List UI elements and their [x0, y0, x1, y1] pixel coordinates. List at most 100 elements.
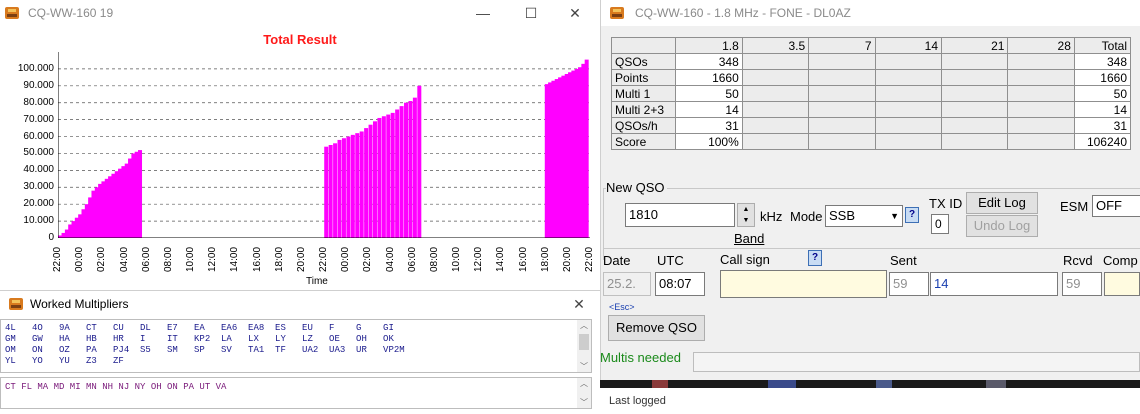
scroll-thumb[interactable]	[579, 334, 589, 350]
x-tick-label: 04:00	[118, 246, 130, 272]
table-header: 28	[1007, 37, 1075, 54]
edit-log-button[interactable]: Edit Log	[966, 192, 1038, 214]
chart-bar	[377, 117, 382, 238]
minimize-button[interactable]: —	[460, 0, 506, 26]
x-tick-label: 02:00	[362, 246, 374, 272]
multipliers-list[interactable]: 4L 4O 9A CT CU DL E7 EA EA6 EA8 ES EU F …	[0, 319, 592, 373]
scrollbar[interactable]: ︿ ﹀	[577, 320, 591, 372]
multiplier-row: GM GW HA HB HR I IT KP2 LA LX LY LZ OE O…	[5, 334, 394, 344]
score-table-header: 1.8 3.5 7 14 21 28 Total	[610, 37, 1132, 54]
table-cell: 1660	[675, 69, 743, 86]
callsign-input[interactable]	[720, 270, 887, 298]
maximize-button[interactable]: ☐	[508, 0, 554, 26]
table-cell	[941, 69, 1009, 86]
table-cell: 14	[675, 101, 743, 118]
app-icon	[8, 296, 24, 312]
multipliers-titlebar[interactable]: Worked Multipliers	[0, 291, 600, 317]
chart-window: CQ-WW-160 19 — ☐ ✕ Total Result 0 10.000 2…	[0, 0, 600, 290]
utc-label: UTC	[657, 253, 684, 268]
log-strip	[600, 380, 1140, 388]
table-cell	[808, 101, 876, 118]
x-tick-label: 08:00	[162, 246, 174, 272]
states-list[interactable]: CT FL MA MD MI MN NH NJ NY OH ON PA UT V…	[0, 377, 592, 409]
esm-label: ESM	[1060, 199, 1089, 214]
table-cell: 50	[675, 85, 743, 102]
chart-bar	[417, 85, 422, 238]
table-cell: 31	[675, 117, 743, 134]
table-row: Points 1660 1660	[610, 69, 1132, 86]
multiplier-row: OM ON OZ PA PJ4 S5 SM SP SV TA1 TF UA2 U…	[5, 345, 405, 355]
comp-field[interactable]	[1104, 272, 1140, 296]
chart-bar	[341, 138, 346, 238]
y-tick-label: 40.000	[23, 164, 54, 176]
x-tick-label: 12:00	[473, 246, 485, 272]
scroll-up-icon[interactable]: ︿	[577, 320, 591, 331]
x-tick-label: 00:00	[340, 246, 352, 272]
scrollbar[interactable]: ︿ ﹀	[577, 378, 591, 408]
multiplier-row: 4L 4O 9A CT CU DL E7 EA EA6 EA8 ES EU F …	[5, 323, 394, 333]
x-tick-label: 22:00	[318, 246, 329, 272]
close-button[interactable]: ✕	[552, 0, 598, 26]
table-cell	[808, 69, 876, 86]
esm-value: OFF	[1096, 198, 1122, 213]
sent-zone-field[interactable]: 14	[930, 272, 1058, 296]
chart-bar	[381, 116, 386, 238]
y-tick-label: 60.000	[23, 130, 54, 142]
multipliers-close-button[interactable]: ✕	[556, 291, 600, 317]
x-tick-label: 12:00	[207, 246, 219, 272]
mode-select[interactable]: SSB ▼	[825, 205, 903, 227]
x-tick-label: 20:00	[295, 246, 307, 272]
khz-label: kHz	[760, 209, 783, 224]
table-cell: 348	[1073, 53, 1132, 70]
main-titlebar[interactable]: CQ-WW-160 - 1.8 MHz - FONE - DL0AZ	[601, 0, 1140, 26]
y-tick-label: 90.000	[23, 79, 54, 91]
utc-field[interactable]: 08:07	[655, 272, 705, 296]
table-cell	[808, 133, 876, 150]
table-cell: QSOs	[610, 53, 677, 70]
multipliers-window: Worked Multipliers ✕ 4L 4O 9A CT CU DL E…	[0, 290, 600, 414]
tx-id-input[interactable]: 0	[931, 214, 949, 234]
chart-bar	[337, 139, 342, 238]
table-cell	[741, 133, 810, 150]
scroll-down-icon[interactable]: ﹀	[577, 361, 591, 372]
x-tick-label: 02:00	[96, 246, 108, 272]
table-cell: QSOs/h	[610, 117, 677, 134]
date-field: 25.2.	[603, 272, 651, 296]
table-cell	[874, 133, 943, 150]
table-header: 1.8	[675, 37, 743, 54]
y-tick-label: 80.000	[23, 96, 54, 108]
mode-help-button[interactable]: ?	[905, 207, 919, 223]
band-button[interactable]: Band	[734, 231, 764, 246]
frequency-stepper[interactable]: ▲ ▼	[737, 203, 755, 227]
scroll-down-icon[interactable]: ﹀	[577, 397, 591, 408]
chart-bar	[364, 128, 369, 238]
x-tick-label: 16:00	[517, 246, 529, 272]
table-cell	[808, 53, 876, 70]
scroll-up-icon[interactable]: ︿	[577, 378, 591, 389]
undo-log-button[interactable]: Undo Log	[966, 215, 1038, 237]
table-cell: 348	[675, 53, 743, 70]
table-cell	[941, 53, 1009, 70]
score-table: 1.8 3.5 7 14 21 28 Total QSOs 348 348 Point…	[610, 37, 1132, 150]
main-window-title: CQ-WW-160 - 1.8 MHz - FONE - DL0AZ	[635, 6, 851, 20]
table-cell	[741, 101, 810, 118]
table-cell	[874, 85, 943, 102]
frequency-input[interactable]: 1810	[625, 203, 735, 227]
chart-title: Total Result	[263, 32, 337, 47]
x-tick-label: 22:00	[584, 246, 595, 272]
y-tick-label: 20.000	[23, 198, 54, 210]
callsign-help-button[interactable]: ?	[808, 250, 822, 266]
table-cell: 50	[1073, 85, 1132, 102]
sent-rst-field[interactable]: 59	[889, 272, 929, 296]
remove-qso-button[interactable]: Remove QSO	[608, 315, 705, 341]
esm-select[interactable]: OFF	[1092, 195, 1140, 217]
table-cell	[874, 101, 943, 118]
x-tick-label: 04:00	[384, 246, 396, 272]
chart-bar	[399, 106, 404, 238]
chart-bar	[368, 124, 373, 238]
rcvd-rst-field[interactable]: 59	[1062, 272, 1102, 296]
table-cell: Points	[610, 69, 677, 86]
chart-bar	[328, 145, 333, 238]
table-cell	[941, 85, 1009, 102]
x-tick-label: 06:00	[406, 246, 418, 272]
